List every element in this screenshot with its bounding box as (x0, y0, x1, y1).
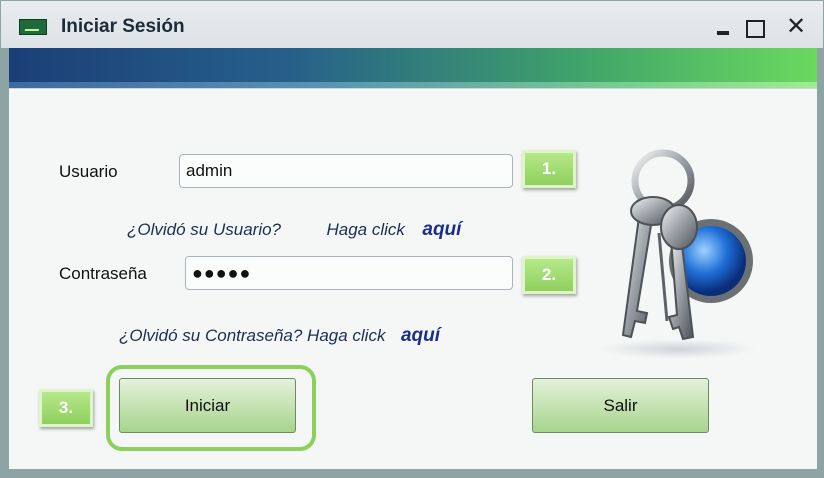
password-input[interactable] (185, 256, 513, 290)
close-icon[interactable]: ✕ (782, 13, 810, 41)
app-logo-icon (19, 19, 47, 35)
keys-icon (598, 149, 758, 359)
username-input[interactable] (179, 154, 513, 188)
forgot-user-mid-text: Haga click (326, 220, 405, 239)
title-bar[interactable]: Iniciar Sesión ✕ (1, 1, 823, 48)
forgot-user-text: ¿Olvidó su Usuario? (127, 220, 282, 239)
maximize-icon[interactable] (741, 13, 769, 41)
login-window: Iniciar Sesión ✕ Usuario 1. ¿Olvidó su U… (0, 0, 824, 478)
password-label: Contraseña (59, 264, 147, 283)
step-1-badge: 1. (522, 150, 576, 188)
username-label: Usuario (59, 162, 118, 181)
forgot-password-text: ¿Olvidó su Contraseña? Haga click (119, 326, 386, 345)
exit-button[interactable]: Salir (532, 378, 709, 433)
forgot-user-link[interactable]: aquí (422, 219, 461, 240)
step-3-badge: 3. (39, 389, 93, 427)
forgot-user-row: ¿Olvidó su Usuario? Haga click aquí (127, 219, 461, 241)
minimize-icon[interactable] (709, 13, 737, 41)
forgot-password-row: ¿Olvidó su Contraseña? Haga click aquí (119, 325, 440, 347)
window-title: Iniciar Sesión (61, 16, 185, 37)
header-banner (9, 48, 817, 88)
forgot-password-link[interactable]: aquí (401, 325, 440, 346)
login-button[interactable]: Iniciar (119, 378, 296, 433)
step-2-badge: 2. (522, 256, 576, 294)
